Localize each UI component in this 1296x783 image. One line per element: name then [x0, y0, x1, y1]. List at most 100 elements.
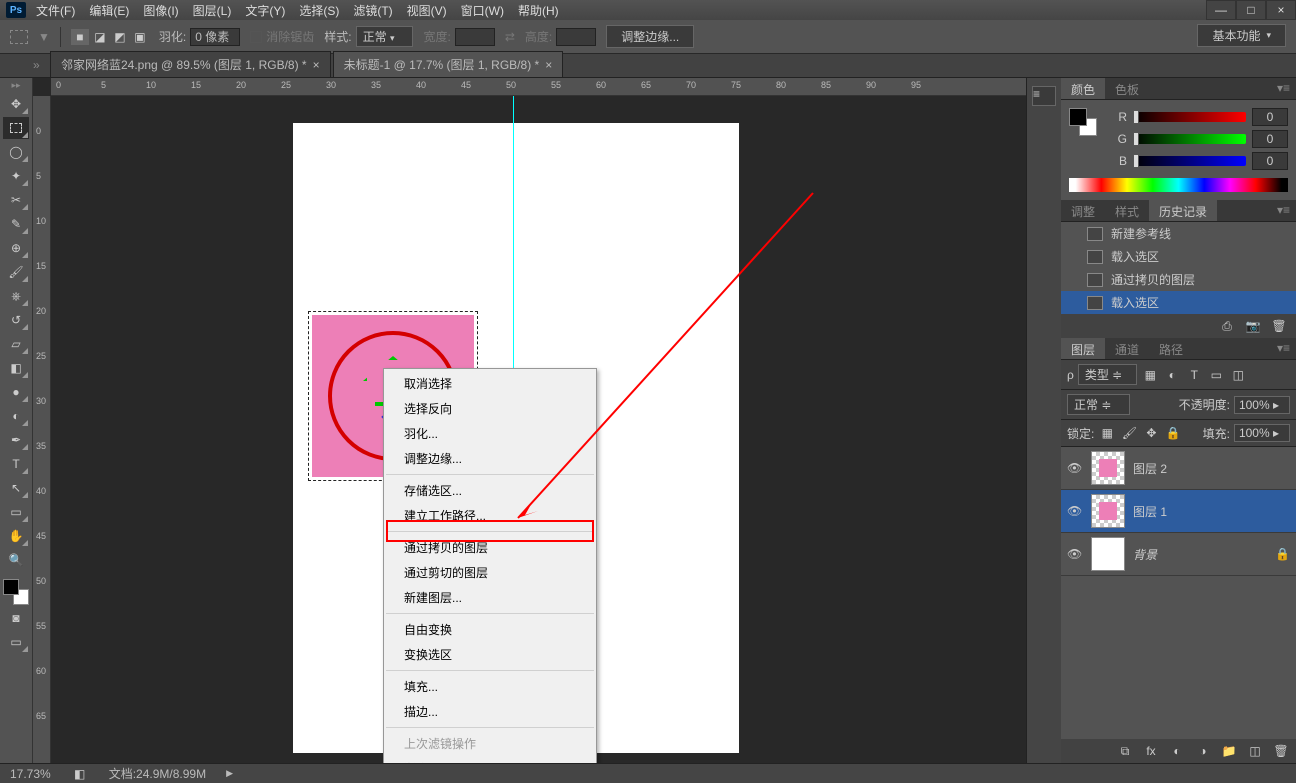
adjustment-layer-icon[interactable]: ◑: [1194, 743, 1212, 759]
filter-adj-icon[interactable]: ◐: [1163, 367, 1181, 383]
zoom-value[interactable]: 17.73%: [10, 767, 51, 781]
stamp-tool[interactable]: ⎈: [3, 285, 29, 307]
visibility-icon[interactable]: 👁: [1067, 547, 1083, 561]
channels-tab[interactable]: 通道: [1105, 338, 1149, 359]
ctx-new-layer[interactable]: 新建图层...: [384, 585, 596, 610]
color-tab[interactable]: 颜色: [1061, 78, 1105, 99]
gradient-tool[interactable]: ◧: [3, 357, 29, 379]
shape-tool[interactable]: ▭: [3, 501, 29, 523]
layer-row-2[interactable]: 👁 图层 1: [1061, 490, 1296, 533]
lock-transparency-icon[interactable]: ▦: [1098, 425, 1116, 441]
doc-tab-2[interactable]: 未标题-1 @ 17.7% (图层 1, RGB/8) * ×: [333, 51, 564, 77]
style-dropdown[interactable]: 正常 ▾: [356, 26, 414, 47]
menu-window[interactable]: 窗口(W): [461, 2, 504, 19]
maximize-button[interactable]: □: [1236, 0, 1266, 20]
delete-layer-icon[interactable]: 🗑: [1272, 743, 1290, 759]
blend-mode-dropdown[interactable]: 正常 ≑: [1067, 394, 1130, 415]
eraser-tool[interactable]: ▱: [3, 333, 29, 355]
color-g-value[interactable]: 0: [1252, 130, 1288, 148]
eyedropper-tool[interactable]: ✎: [3, 213, 29, 235]
filter-type-icon[interactable]: T: [1185, 367, 1203, 383]
layer-group-icon[interactable]: 📁: [1220, 743, 1238, 759]
screenmode-tool[interactable]: ▭: [3, 631, 29, 653]
new-selection-icon[interactable]: ■: [71, 29, 89, 45]
color-b-slider[interactable]: [1133, 156, 1246, 166]
filter-pixel-icon[interactable]: ▦: [1141, 367, 1159, 383]
history-trash-icon[interactable]: 🗑: [1270, 318, 1288, 334]
layers-panel-menu-icon[interactable]: ▾≡: [1271, 338, 1296, 359]
zoom-tool[interactable]: 🔍: [3, 549, 29, 571]
history-camera-icon[interactable]: 📷: [1244, 318, 1262, 334]
lock-all-icon[interactable]: 🔒: [1164, 425, 1182, 441]
ctx-inverse[interactable]: 选择反向: [384, 396, 596, 421]
menu-image[interactable]: 图像(I): [143, 2, 178, 19]
menu-select[interactable]: 选择(S): [299, 2, 339, 19]
status-arrow-icon[interactable]: ◧: [71, 766, 89, 782]
ctx-save-selection[interactable]: 存储选区...: [384, 478, 596, 503]
color-r-value[interactable]: 0: [1252, 108, 1288, 126]
tools-collapse-icon[interactable]: ▸▸: [11, 80, 20, 91]
lock-brush-icon[interactable]: 🖌: [1120, 425, 1138, 441]
layer-row-1[interactable]: 👁 图层 2: [1061, 447, 1296, 490]
color-swatch[interactable]: [3, 579, 29, 605]
link-layers-icon[interactable]: ⧉: [1116, 743, 1134, 759]
ctx-free-transform[interactable]: 自由变换: [384, 617, 596, 642]
menu-file[interactable]: 文件(F): [36, 2, 75, 19]
tab-double-arrow-icon[interactable]: »: [33, 58, 40, 72]
layer-filter-kind[interactable]: 类型 ≑: [1078, 364, 1137, 385]
ctx-fill[interactable]: 填充...: [384, 674, 596, 699]
intersect-selection-icon[interactable]: ▣: [131, 29, 149, 45]
marquee-tool[interactable]: [3, 117, 29, 139]
menu-view[interactable]: 视图(V): [407, 2, 447, 19]
add-selection-icon[interactable]: ◪: [91, 29, 109, 45]
menu-type[interactable]: 文字(Y): [245, 2, 285, 19]
swatches-tab[interactable]: 色板: [1105, 78, 1149, 99]
filter-smart-icon[interactable]: ◫: [1229, 367, 1247, 383]
menu-filter[interactable]: 滤镜(T): [353, 2, 392, 19]
history-item-1[interactable]: 新建参考线: [1061, 222, 1296, 245]
heal-tool[interactable]: ⊕: [3, 237, 29, 259]
feather-input[interactable]: [190, 28, 240, 46]
move-tool[interactable]: ✥: [3, 93, 29, 115]
ctx-feather[interactable]: 羽化...: [384, 421, 596, 446]
doc-tab-2-close[interactable]: ×: [545, 58, 552, 72]
layer-mask-icon[interactable]: ◐: [1168, 743, 1186, 759]
ctx-refine-edge[interactable]: 调整边缘...: [384, 446, 596, 471]
workspace-switcher[interactable]: 基本功能 ▾: [1197, 24, 1286, 47]
lasso-tool[interactable]: ◯: [3, 141, 29, 163]
ruler-horizontal[interactable]: 0 5 10 15 20 25 30 35 40 45 50 55 60 65 …: [51, 78, 1026, 96]
ctx-stroke[interactable]: 描边...: [384, 699, 596, 724]
menu-edit[interactable]: 编辑(E): [89, 2, 129, 19]
layer-row-3[interactable]: 👁 背景 🔒: [1061, 533, 1296, 576]
quickmask-tool[interactable]: ◙: [3, 607, 29, 629]
wand-tool[interactable]: ✦: [3, 165, 29, 187]
history-snapshot-icon[interactable]: ⎙: [1218, 318, 1236, 334]
close-button[interactable]: ×: [1266, 0, 1296, 20]
history-item-3[interactable]: 通过拷贝的图层: [1061, 268, 1296, 291]
paths-tab[interactable]: 路径: [1149, 338, 1193, 359]
ruler-vertical[interactable]: 0 5 10 15 20 25 30 35 40 45 50 55 60 65: [33, 96, 51, 763]
fill-input[interactable]: 100% ▸: [1234, 424, 1290, 442]
brush-tool[interactable]: 🖌: [3, 261, 29, 283]
pen-tool[interactable]: ✒: [3, 429, 29, 451]
doc-tab-1-close[interactable]: ×: [313, 58, 320, 72]
type-tool[interactable]: T: [3, 453, 29, 475]
visibility-icon[interactable]: 👁: [1067, 504, 1083, 518]
layer-fx-icon[interactable]: fx: [1142, 743, 1160, 759]
dodge-tool[interactable]: ◐: [3, 405, 29, 427]
ctx-deselect[interactable]: 取消选择: [384, 371, 596, 396]
color-b-value[interactable]: 0: [1252, 152, 1288, 170]
history-brush-tool[interactable]: ↺: [3, 309, 29, 331]
marquee-tool-icon[interactable]: [10, 30, 28, 44]
crop-tool[interactable]: ✂: [3, 189, 29, 211]
minimize-button[interactable]: —: [1206, 0, 1236, 20]
menu-help[interactable]: 帮助(H): [518, 2, 559, 19]
color-ramp[interactable]: [1069, 178, 1288, 192]
history-item-4[interactable]: 载入选区: [1061, 291, 1296, 314]
layers-tab[interactable]: 图层: [1061, 338, 1105, 359]
panel-handle-icon[interactable]: ≡: [1032, 86, 1056, 106]
history-tab[interactable]: 历史记录: [1149, 200, 1217, 221]
status-caret-icon[interactable]: ▶: [226, 768, 233, 779]
path-tool[interactable]: ↖: [3, 477, 29, 499]
color-foreground-swatch[interactable]: [1069, 108, 1097, 136]
